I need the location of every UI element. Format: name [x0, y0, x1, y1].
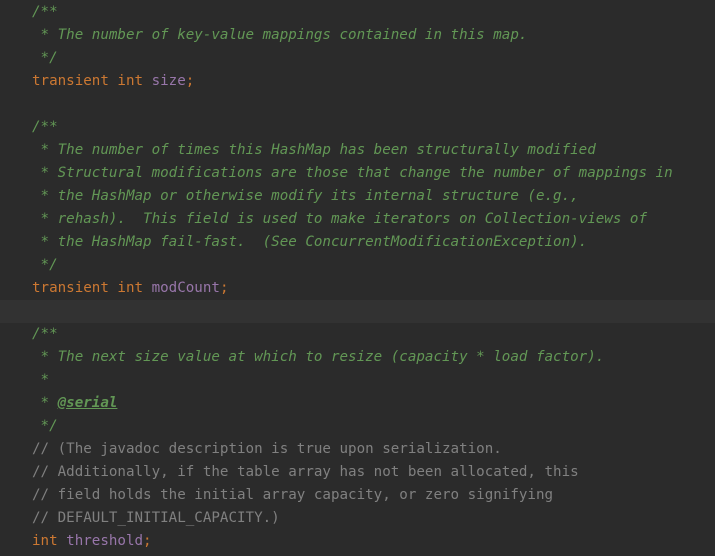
- field-name: modCount: [151, 280, 220, 296]
- type-keyword: int: [117, 280, 144, 296]
- code-line-24[interactable]: int threshold;: [0, 530, 715, 553]
- code-line-13[interactable]: transient int modCount;: [0, 277, 715, 300]
- code-line-1[interactable]: /**: [0, 1, 715, 24]
- doc-comment: * Structural modifications are those tha…: [32, 165, 673, 181]
- doc-comment: * The number of times this HashMap has b…: [32, 142, 596, 158]
- semicolon: ;: [219, 280, 229, 296]
- code-line-12[interactable]: */: [0, 254, 715, 277]
- line-comment: // (The javadoc description is true upon…: [32, 441, 502, 457]
- code-line-8[interactable]: * Structural modifications are those tha…: [0, 162, 715, 185]
- doc-comment: /**: [32, 119, 58, 135]
- code-line-6[interactable]: /**: [0, 116, 715, 139]
- code-line-21[interactable]: // Additionally, if the table array has …: [0, 461, 715, 484]
- code-line-9[interactable]: * the HashMap or otherwise modify its in…: [0, 185, 715, 208]
- line-comment: // field holds the initial array capacit…: [32, 487, 554, 503]
- doc-comment: */: [32, 257, 58, 273]
- code-line-16[interactable]: * The next size value at which to resize…: [0, 346, 715, 369]
- doc-comment: *: [32, 372, 50, 388]
- semicolon: ;: [143, 533, 152, 549]
- type-keyword: int: [32, 533, 58, 549]
- code-line-11[interactable]: * the HashMap fail-fast. (See Concurrent…: [0, 231, 715, 254]
- doc-comment: * rehash). This field is used to make it…: [32, 211, 647, 227]
- keyword: transient: [32, 280, 109, 296]
- line-comment: // DEFAULT_INITIAL_CAPACITY.): [32, 510, 280, 526]
- doc-comment: */: [32, 418, 58, 434]
- code-line-7[interactable]: * The number of times this HashMap has b…: [0, 139, 715, 162]
- line-comment: // Additionally, if the table array has …: [32, 464, 579, 480]
- doc-comment: /**: [32, 326, 58, 342]
- code-line-18[interactable]: * @serial: [0, 392, 715, 415]
- code-line-19[interactable]: */: [0, 415, 715, 438]
- code-line-2[interactable]: * The number of key-value mappings conta…: [0, 24, 715, 47]
- code-line-3[interactable]: */: [0, 47, 715, 70]
- code-line-10[interactable]: * rehash). This field is used to make it…: [0, 208, 715, 231]
- doc-comment: /**: [32, 4, 58, 20]
- doc-comment: *: [32, 395, 58, 411]
- current-line-highlight[interactable]: [0, 300, 715, 323]
- code-line-22[interactable]: // field holds the initial array capacit…: [0, 484, 715, 507]
- code-line-4[interactable]: transient int size;: [0, 70, 715, 93]
- doc-comment: * the HashMap or otherwise modify its in…: [32, 188, 579, 204]
- code-line-5[interactable]: [0, 93, 715, 116]
- doc-comment: * The next size value at which to resize…: [32, 349, 605, 365]
- field-name: threshold: [66, 533, 144, 549]
- doc-comment: */: [32, 50, 58, 66]
- doc-comment: * the HashMap fail-fast. (See Concurrent…: [32, 234, 588, 250]
- keyword: transient: [32, 73, 109, 89]
- type-keyword: int: [117, 73, 144, 89]
- field-name: size: [151, 73, 186, 89]
- semicolon: ;: [185, 73, 195, 89]
- code-line-23[interactable]: // DEFAULT_INITIAL_CAPACITY.): [0, 507, 715, 530]
- doc-comment: * The number of key-value mappings conta…: [32, 27, 528, 43]
- code-editor[interactable]: /** * The number of key-value mappings c…: [0, 0, 715, 556]
- code-line-20[interactable]: // (The javadoc description is true upon…: [0, 438, 715, 461]
- code-line-17[interactable]: *: [0, 369, 715, 392]
- javadoc-tag[interactable]: @serial: [58, 395, 118, 411]
- code-line-15[interactable]: /**: [0, 323, 715, 346]
